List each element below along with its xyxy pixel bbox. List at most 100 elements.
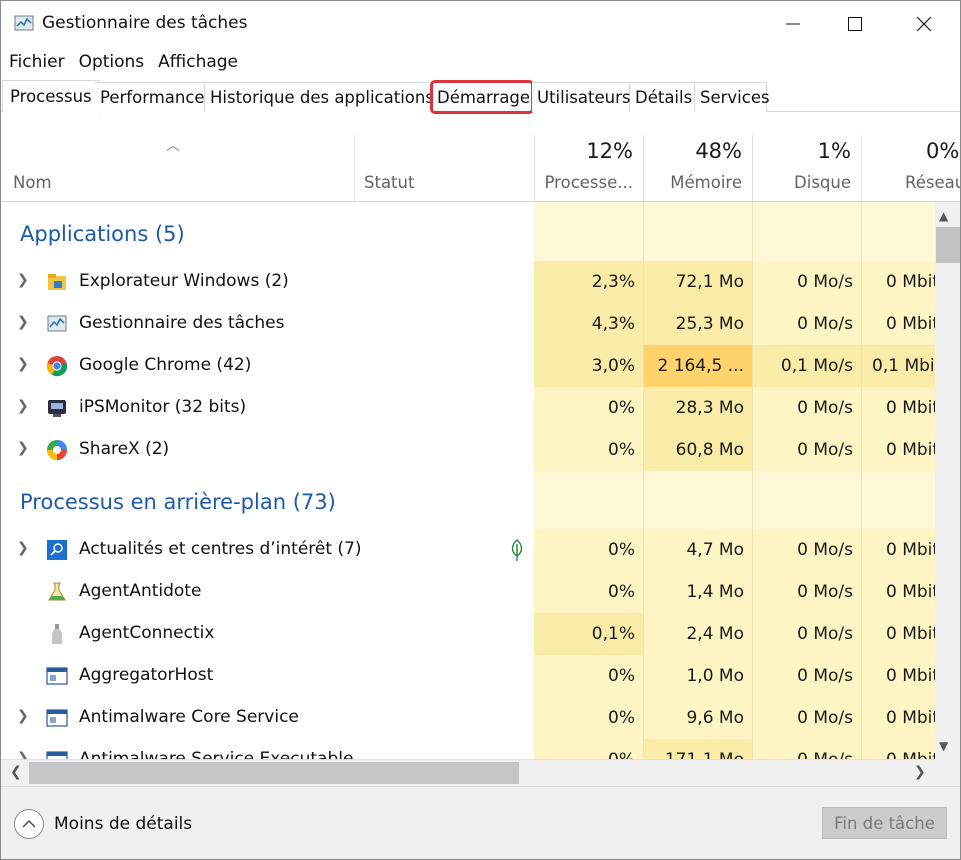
sharex-icon [47,440,67,460]
cpu-cell: 3,0% [534,345,643,387]
section-background-processes[interactable]: Processus en arrière-plan (73) [20,490,336,514]
chevron-right-icon[interactable]: ❯ [17,540,29,556]
disk-cell: 0 Mo/s [753,303,861,345]
window-app-icon [46,751,68,759]
window-app-icon [46,709,68,727]
cpu-cell: 0% [534,387,643,429]
close-button[interactable] [901,1,947,47]
vertical-scroll-thumb[interactable] [936,227,960,263]
disk-cell: 0 Mo/s [753,697,861,739]
chevron-right-icon[interactable]: ❯ [17,398,29,414]
process-name: iPSMonitor (32 bits) [79,397,247,417]
table-row[interactable]: ❯ Antimalware Service Executable 0% 171,… [1,739,935,759]
section-applications[interactable]: Applications (5) [20,222,185,246]
tab-processus[interactable]: Processus [2,80,100,113]
tab-historique[interactable]: Historique des applications [205,82,434,112]
table-row[interactable]: ❯ Actualités et centres d’intérêt (7) 0%… [1,529,935,571]
less-details-button[interactable] [14,809,44,839]
cpu-cell: 0% [534,697,643,739]
tab-demarrage[interactable]: Démarrage [430,80,534,114]
less-details-label[interactable]: Moins de détails [54,814,192,834]
tab-utilisateurs[interactable]: Utilisateurs [532,82,630,112]
disk-cell: 0 Mo/s [753,429,861,471]
disk-cell: 0 Mo/s [753,387,861,429]
column-header-status[interactable]: Statut [355,135,534,201]
horizontal-scroll-thumb[interactable] [29,762,519,784]
chevron-right-icon[interactable]: ❯ [17,314,29,330]
table-row[interactable]: AgentConnectix 0,1% 2,4 Mo 0 Mo/s 0 Mbit [1,613,935,655]
table-row[interactable]: ❯ Antimalware Core Service 0% 9,6 Mo 0 M… [1,697,935,739]
table-row[interactable]: ❯ iPSMonitor (32 bits) 0% 28,3 Mo 0 Mo/s… [1,387,935,429]
network-cell: 0 Mbit [862,613,935,655]
column-header-name[interactable]: Nom [1,135,354,201]
memory-total: 48% [695,139,742,163]
process-name: Antimalware Service Executable [79,749,354,759]
column-header: ︿ Nom Statut 12% Processe... 48% Mémoire… [1,135,960,202]
memory-cell: 60,8 Mo [644,429,752,471]
bottle-icon [52,624,62,644]
table-row[interactable]: ❯ Google Chrome (42) 3,0% 2 164,5 ... 0,… [1,345,935,387]
table-row[interactable]: ❯ Gestionnaire des tâches 4,3% 25,3 Mo 0… [1,303,935,345]
title-bar[interactable]: Gestionnaire des tâches [1,1,960,47]
minimize-button[interactable] [770,1,816,47]
menu-affichage[interactable]: Affichage [151,49,245,75]
memory-cell: 4,7 Mo [644,529,752,571]
chevron-right-icon[interactable]: ❯ [17,356,29,372]
disk-total: 1% [817,139,851,163]
chevron-right-icon[interactable]: ❯ [17,750,29,759]
maximize-button[interactable] [832,1,878,47]
vertical-scrollbar[interactable] [935,202,960,759]
close-icon [916,16,932,32]
cpu-total: 12% [586,139,633,163]
memory-cell: 2 164,5 ... [644,345,752,387]
column-header-cpu[interactable]: 12% Processe... [535,135,643,201]
tab-details[interactable]: Détails [630,82,695,112]
process-list: Applications (5) ❯ Explorateur Windows (… [1,202,935,759]
scroll-down-icon[interactable]: ▼ [939,739,948,753]
process-name: AgentAntidote [79,581,202,601]
window-app-icon [46,667,68,685]
menu-bar: Fichier Options Affichage [1,49,245,75]
memory-cell: 25,3 Mo [644,303,752,345]
tab-performance[interactable]: Performance [95,82,205,112]
scroll-right-icon[interactable]: ❯ [914,764,926,780]
cpu-cell: 0% [534,571,643,613]
column-memory-label: Mémoire [670,173,742,192]
table-row[interactable]: ❯ Explorateur Windows (2) 2,3% 72,1 Mo 0… [1,261,935,303]
task-manager-window: Gestionnaire des tâches Fichier Options … [0,0,961,860]
cpu-cell: 4,3% [534,303,643,345]
scroll-up-icon[interactable]: ▲ [939,209,948,223]
cpu-cell: 0% [534,429,643,471]
network-cell: 0,1 Mbit [862,345,935,387]
column-header-network[interactable]: 0% Réseau [862,135,960,201]
chevron-right-icon[interactable]: ❯ [17,708,29,724]
menu-options[interactable]: Options [72,49,152,75]
memory-cell: 28,3 Mo [644,387,752,429]
table-row[interactable]: AgentAntidote 0% 1,4 Mo 0 Mo/s 0 Mbit [1,571,935,613]
cpu-cell: 2,3% [534,261,643,303]
cpu-cell: 0% [534,655,643,697]
tab-services[interactable]: Services [695,82,770,112]
chevron-right-icon[interactable]: ❯ [17,440,29,456]
table-row[interactable]: AggregatorHost 0% 1,0 Mo 0 Mo/s 0 Mbit [1,655,935,697]
end-task-button[interactable]: Fin de tâche [822,807,947,839]
scroll-left-icon[interactable]: ❮ [10,764,22,780]
chevron-up-icon [22,820,36,828]
column-disk-label: Disque [794,173,851,192]
chevron-right-icon[interactable]: ❯ [17,272,29,288]
network-cell: 0 Mbit [862,387,935,429]
table-row[interactable]: ❯ ShareX (2) 0% 60,8 Mo 0 Mo/s 0 Mbit [1,429,935,471]
menu-fichier[interactable]: Fichier [1,49,72,75]
column-header-memory[interactable]: 48% Mémoire [644,135,752,201]
process-name: Google Chrome (42) [79,355,252,375]
memory-cell: 1,4 Mo [644,571,752,613]
disk-cell: 0 Mo/s [753,739,861,759]
network-cell: 0 Mbit [862,571,935,613]
task-manager-icon [47,315,67,332]
disk-cell: 0,1 Mo/s [753,345,861,387]
tab-bar: Processus Performance Historique des app… [1,80,960,114]
column-header-disk[interactable]: 1% Disque [753,135,861,201]
process-name: ShareX (2) [79,439,170,459]
leaf-icon [511,539,523,561]
network-cell: 0 Mbit [862,697,935,739]
